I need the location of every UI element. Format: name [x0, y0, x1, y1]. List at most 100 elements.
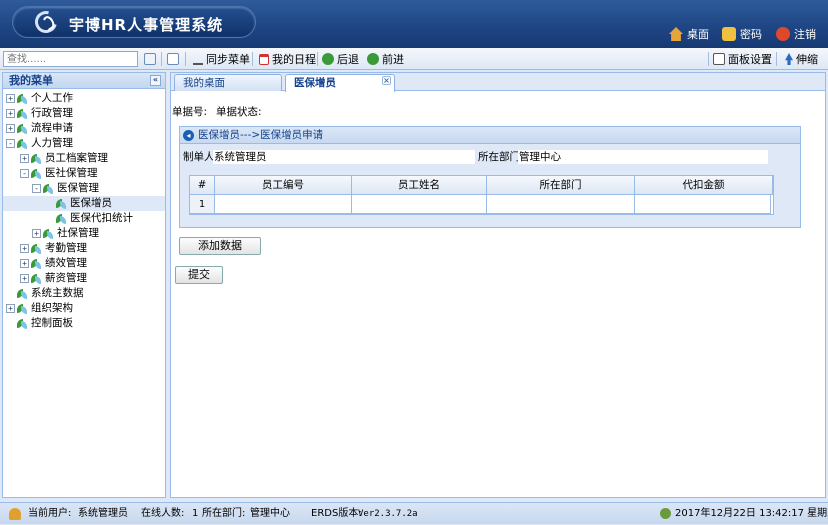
search-icon	[144, 53, 156, 65]
grid-header-num: #	[190, 176, 215, 195]
sync-menu-button[interactable]: 同步菜单	[193, 51, 250, 67]
app-header: 宇博HR人事管理系统 桌面 密码 注销	[0, 0, 828, 48]
toolbar-divider	[252, 52, 253, 66]
status-bar: 当前用户: 系统管理员 在线人数: 1 所在部门: 管理中心 ERDS版本: V…	[0, 502, 828, 524]
password-link[interactable]: 密码	[722, 26, 762, 42]
tree-item-performance[interactable]: + 绩效管理	[20, 256, 87, 271]
clock-icon	[660, 508, 671, 519]
collapse-toggle[interactable]: -	[6, 139, 15, 148]
toolbar-divider	[161, 52, 162, 66]
tab-my-desktop[interactable]: 我的桌面	[174, 74, 282, 91]
expand-toggle[interactable]: +	[6, 304, 15, 313]
expand-toggle[interactable]: +	[20, 154, 29, 163]
grid-row-num: 1	[190, 195, 215, 214]
node-icon	[30, 273, 42, 285]
online-count: 1	[192, 508, 199, 519]
collapse-sidebar-button[interactable]: «	[150, 75, 161, 86]
tree-item-medical-stats[interactable]: 医保代扣统计	[55, 211, 133, 226]
tree-item-org[interactable]: + 组织架构	[6, 301, 73, 316]
up-arrow-icon	[785, 53, 793, 65]
collapse-toggle[interactable]: -	[32, 184, 41, 193]
node-icon	[16, 303, 28, 315]
my-schedule-button[interactable]: 我的日程	[259, 51, 316, 67]
node-icon	[16, 288, 28, 300]
tree-item-process[interactable]: + 流程申请	[6, 121, 73, 136]
forward-button[interactable]: 前进	[367, 51, 404, 67]
data-grid: # 员工编号 员工姓名 所在部门 代扣金额 1	[189, 175, 774, 215]
grid-cell-emp-name[interactable]	[352, 195, 487, 214]
submit-button[interactable]: 提交	[175, 266, 223, 284]
panel-settings-button[interactable]: 面板设置	[713, 51, 772, 67]
tree-item-salary[interactable]: + 薪资管理	[20, 271, 87, 286]
grid-header-amount: 代扣金额	[635, 176, 773, 195]
node-icon	[30, 243, 42, 255]
tree-item-medical-add[interactable]: 医保增员	[3, 196, 165, 211]
tree-item-control-panel[interactable]: 控制面板	[16, 316, 73, 331]
tab-medical-add[interactable]: 医保增员 ×	[285, 74, 395, 92]
node-icon	[55, 198, 67, 210]
form-panel-header: ◂ 医保增员--->医保增员申请	[180, 127, 800, 144]
tree-item-hr[interactable]: - 人力管理	[6, 136, 73, 151]
user-icon	[9, 508, 21, 520]
desktop-link[interactable]: 桌面	[669, 26, 709, 42]
tree-item-attendance[interactable]: + 考勤管理	[20, 241, 87, 256]
tree-item-master-data[interactable]: 系统主数据	[16, 286, 84, 301]
grid-header-emp-id: 员工编号	[215, 176, 352, 195]
datetime: 2017年12月22日 13:42:17 星期五	[675, 508, 828, 519]
collapse-toggle[interactable]: -	[20, 169, 29, 178]
tree-item-medical[interactable]: - 医保管理	[32, 181, 99, 196]
app-title: 宇博HR人事管理系统	[69, 16, 224, 34]
online-label: 在线人数:	[141, 508, 185, 519]
dept-status: 管理中心	[250, 508, 290, 519]
stretch-button[interactable]: 伸缩	[785, 51, 818, 67]
sync-icon	[193, 53, 203, 65]
node-icon	[42, 228, 54, 240]
expand-toggle[interactable]: +	[20, 244, 29, 253]
toolbar-divider	[317, 52, 318, 66]
grid-cell-amount[interactable]	[635, 195, 771, 214]
tree-item-social-security[interactable]: + 社保管理	[32, 226, 99, 241]
search-button[interactable]	[144, 51, 159, 67]
toolbar-divider	[708, 52, 709, 66]
expand-toggle[interactable]: +	[20, 259, 29, 268]
tree-item-employee-records[interactable]: + 员工档案管理	[20, 151, 108, 166]
logo-icon	[30, 6, 62, 38]
grid-cell-emp-id[interactable]	[215, 195, 352, 214]
form-panel: ◂ 医保增员--->医保增员申请 制单人 系统管理员 所在部门 管理中心 # 员…	[179, 126, 801, 228]
app-logo: 宇博HR人事管理系统	[12, 6, 256, 38]
grid-cell-dept[interactable]	[487, 195, 635, 214]
form-title: 医保增员--->医保增员申请	[198, 129, 324, 141]
grid-header-dept: 所在部门	[487, 176, 635, 195]
back-button[interactable]: 后退	[322, 51, 359, 67]
lock-icon	[722, 27, 736, 41]
tree-item-insurance[interactable]: - 医社保管理	[20, 166, 98, 181]
tree-item-admin[interactable]: + 行政管理	[6, 106, 73, 121]
expand-toggle[interactable]: +	[6, 94, 15, 103]
sidebar-header: 我的菜单 «	[3, 73, 165, 89]
expand-toggle[interactable]: +	[6, 109, 15, 118]
expand-toggle[interactable]: +	[32, 229, 41, 238]
doc-status-label: 单据状态:	[216, 106, 262, 118]
search-input[interactable]	[3, 51, 138, 67]
current-user: 系统管理员	[78, 508, 128, 519]
add-data-button[interactable]: 添加数据	[179, 237, 261, 255]
power-icon	[776, 27, 790, 41]
expand-toggle[interactable]: +	[6, 124, 15, 133]
main-content: 我的桌面 医保增员 × 单据号: 单据状态: ◂ 医保增员--->医保增员申请 …	[170, 72, 826, 498]
toolbar-divider	[185, 52, 186, 66]
node-icon	[16, 93, 28, 105]
toggle-menu-button[interactable]	[167, 51, 182, 67]
expand-toggle[interactable]: +	[20, 274, 29, 283]
list-icon	[167, 53, 179, 65]
dept-value: 管理中心	[518, 150, 768, 164]
grid-header-emp-name: 员工姓名	[352, 176, 487, 195]
node-icon	[55, 213, 67, 225]
tree-item-personal-work[interactable]: + 个人工作	[6, 91, 73, 106]
forward-arrow-icon	[367, 53, 379, 65]
node-icon	[16, 123, 28, 135]
creator-value: 系统管理员	[213, 150, 475, 164]
home-icon	[669, 27, 683, 41]
logout-link[interactable]: 注销	[776, 26, 816, 42]
close-tab-icon[interactable]: ×	[382, 76, 391, 85]
node-icon	[30, 153, 42, 165]
